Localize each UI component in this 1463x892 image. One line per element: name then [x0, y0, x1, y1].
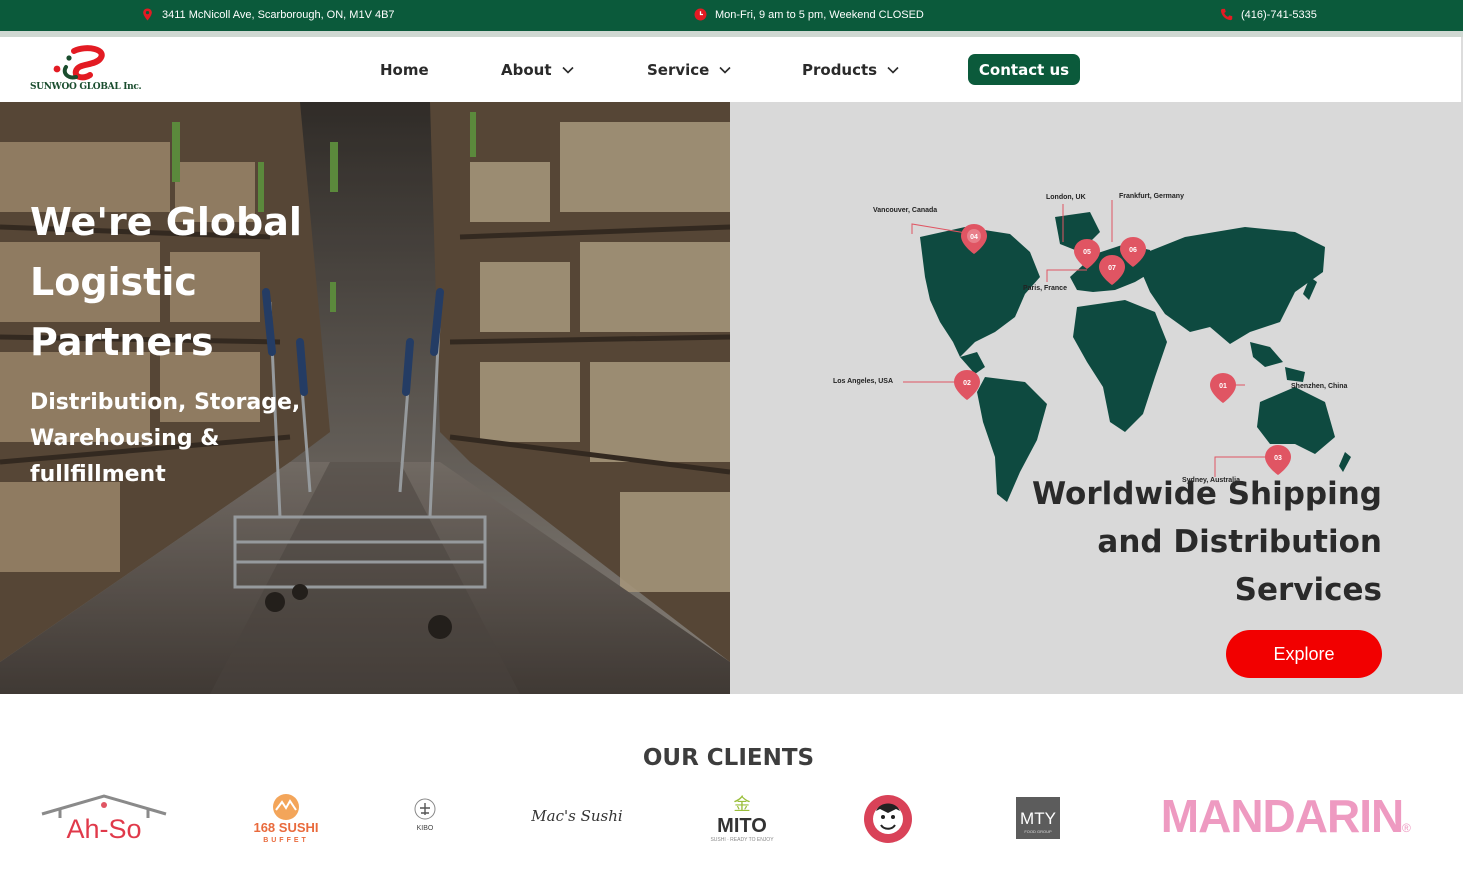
mty-logo-text: MTY: [1020, 809, 1056, 828]
mandarin-logo-text: MANDARIN: [1161, 790, 1403, 842]
mito-logo-text: MITO: [717, 815, 767, 837]
explore-button[interactable]: Explore: [1226, 630, 1382, 678]
pin-number: 05: [1083, 249, 1091, 256]
hero-subtitle-line: Warehousing &: [30, 426, 220, 451]
macs-sushi-logo-text: Mac's Sushi: [530, 807, 623, 825]
top-info-bar: 3411 McNicoll Ave, Scarborough, ON, M1V …: [0, 0, 1463, 31]
city-label: Frankfurt, Germany: [1119, 193, 1184, 200]
city-label: Shenzhen, China: [1291, 383, 1348, 390]
nav-service-label: Service: [647, 60, 710, 79]
168-sushi-logo-icon: 168 SUSHI BUFFET: [253, 794, 319, 844]
hero-subtitle: Distribution, Storage, Warehousing & ful…: [30, 385, 320, 493]
hero-title-line: Partners: [30, 320, 214, 364]
client-logo-mascot[interactable]: [862, 793, 914, 845]
client-logo-168-sushi[interactable]: 168 SUSHI BUFFET: [248, 792, 324, 844]
our-clients-heading-text: OUR CLIENTS: [642, 745, 815, 771]
hero-worldwide-panel: 04 02 05 06 07 01 03 Vancouver, Canada L…: [730, 102, 1463, 694]
pin-number: 04: [970, 234, 978, 241]
mandarin-registered-mark: ®: [1402, 821, 1411, 835]
kibo-logo-icon: KIBO: [414, 798, 436, 832]
hero-subtitle-line: Distribution, Storage,: [30, 390, 301, 415]
clock-icon: [694, 8, 707, 21]
site-header: SUNWOO GLOBAL Inc. Home About Service Pr…: [0, 37, 1463, 102]
hero-title-line: We're Global: [30, 200, 302, 244]
pin-number: 01: [1219, 383, 1227, 390]
hero-warehouse-banner: We're Global Logistic Partners Distribut…: [0, 102, 730, 694]
mty-logo-icon: MTY FOOD GROUP: [1016, 797, 1060, 839]
chevron-down-icon: [561, 66, 574, 74]
mty-logo-subtext: FOOD GROUP: [1024, 829, 1052, 834]
right-title-line: Worldwide Shipping: [1031, 476, 1382, 512]
mito-logo-subtext: SUSHI · READY TO ENJOY: [710, 837, 774, 843]
pin-number: 07: [1108, 265, 1116, 272]
city-label: Paris, France: [1023, 285, 1067, 292]
right-title-line: and Distribution: [1097, 524, 1382, 560]
mito-logo-icon: 金 MITO SUSHI · READY TO ENJOY: [710, 795, 774, 843]
client-logo-mty[interactable]: MTY FOOD GROUP: [1016, 797, 1060, 839]
nav-service[interactable]: Service: [647, 37, 731, 102]
address-text: 3411 McNicoll Ave, Scarborough, ON, M1V …: [162, 8, 395, 21]
phone-text[interactable]: (416)-741-5335: [1241, 9, 1317, 21]
168-sushi-logo-text: 168 SUSHI: [253, 820, 318, 835]
nav-products-label: Products: [802, 60, 878, 79]
168-sushi-logo-subtext: BUFFET: [263, 837, 309, 844]
mandarin-logo-icon: MANDARIN ®: [1161, 790, 1411, 842]
mito-logo-cjk: 金: [734, 795, 751, 815]
nav-about[interactable]: About: [501, 37, 574, 102]
client-logo-mito[interactable]: 金 MITO SUSHI · READY TO ENJOY: [700, 792, 784, 846]
right-title-line: Services: [1234, 572, 1382, 608]
macs-sushi-logo-icon: Mac's Sushi: [530, 807, 623, 825]
logo-mark-icon: [53, 45, 105, 81]
hours-info: Mon-Fri, 9 am to 5 pm, Weekend CLOSED: [694, 8, 924, 21]
client-logo-kibo[interactable]: KIBO: [408, 796, 442, 838]
client-logo-macs-sushi[interactable]: Mac's Sushi: [530, 800, 624, 830]
our-clients-heading: OUR CLIENTS: [0, 745, 1463, 771]
location-pin-icon: [143, 8, 152, 21]
pin-number: 02: [963, 380, 971, 387]
nav-home-label: Home: [380, 60, 429, 79]
nav-about-label: About: [501, 60, 552, 79]
phone-info[interactable]: (416)-741-5335: [1220, 8, 1317, 21]
phone-icon: [1220, 8, 1233, 21]
contact-us-button[interactable]: Contact us: [968, 54, 1080, 85]
chevron-down-icon: [887, 66, 899, 74]
address-info: 3411 McNicoll Ave, Scarborough, ON, M1V …: [141, 8, 395, 21]
client-logo-mandarin[interactable]: MANDARIN ®: [1160, 790, 1424, 844]
city-label: Vancouver, Canada: [873, 207, 937, 214]
nav-products[interactable]: Products: [802, 37, 899, 102]
hero-title: We're Global Logistic Partners: [30, 192, 350, 372]
ahso-logo-text: Ah-So: [66, 814, 141, 844]
mascot-logo-icon: [864, 795, 912, 843]
city-label: Los Angeles, USA: [833, 378, 893, 385]
ahso-logo-icon: Ah-So: [41, 794, 167, 844]
company-logo[interactable]: SUNWOO GLOBAL Inc.: [28, 45, 142, 95]
chevron-down-icon: [719, 66, 731, 74]
logo-text: SUNWOO GLOBAL Inc.: [30, 82, 142, 92]
kibo-logo-text: KIBO: [417, 825, 434, 832]
city-label: London, UK: [1046, 194, 1086, 201]
hero-subtitle-line: fullfillment: [30, 462, 166, 487]
client-logo-ahso[interactable]: Ah-So: [38, 792, 170, 844]
hours-text: Mon-Fri, 9 am to 5 pm, Weekend CLOSED: [715, 8, 924, 21]
hero-title-line: Logistic: [30, 260, 197, 304]
pin-number: 03: [1274, 455, 1282, 462]
worldwide-shipping-title: Worldwide Shipping and Distribution Serv…: [1022, 470, 1382, 614]
pin-number: 06: [1129, 247, 1137, 254]
nav-home[interactable]: Home: [380, 37, 429, 102]
